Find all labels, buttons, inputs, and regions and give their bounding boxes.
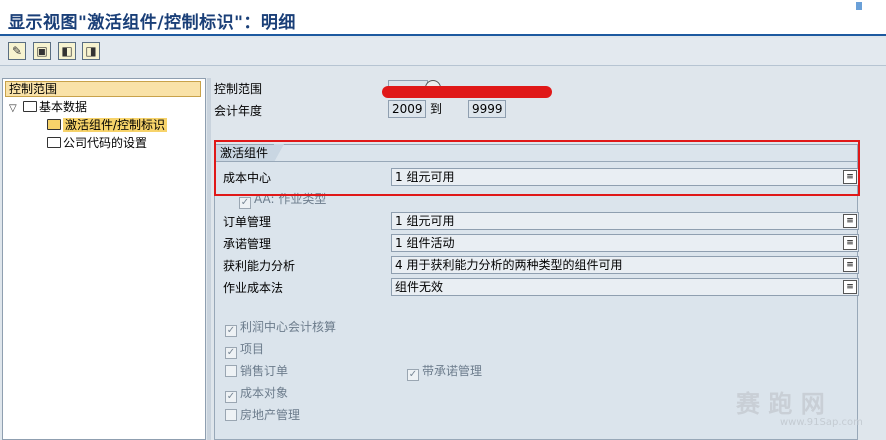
- dropdown-list-icon[interactable]: ≡: [843, 280, 857, 294]
- dropdown-value: 组件无效: [395, 280, 444, 294]
- commitment-management-checkbox[interactable]: ✓ 带承诺管理: [407, 363, 482, 381]
- tree-node-activate-components[interactable]: 激活组件/控制标识: [47, 117, 168, 133]
- order-management-dropdown[interactable]: 1 组元可用 ≡: [391, 212, 859, 230]
- application-toolbar: ✎ ▣ ◧ ◨: [0, 38, 886, 66]
- commitment-management-dropdown[interactable]: 1 组件活动 ≡: [391, 234, 859, 252]
- checkbox-label: 带承诺管理: [422, 364, 483, 378]
- activity-based-costing-label: 作业成本法: [223, 281, 284, 295]
- to-label: 到: [430, 102, 443, 116]
- dropdown-list-icon[interactable]: ≡: [843, 214, 857, 228]
- tree-node-basic-data[interactable]: ▽ 基本数据: [9, 99, 87, 115]
- real-estate-checkbox[interactable]: 房地产管理: [225, 407, 300, 423]
- panel-splitter[interactable]: [207, 78, 211, 440]
- checkbox-checked-icon: ✓: [407, 369, 419, 381]
- fiscal-year-label: 会计年度: [214, 104, 263, 118]
- redaction-mark: [382, 86, 552, 98]
- checkbox-unchecked-icon: [225, 365, 237, 377]
- dropdown-value: 4 用于获利能力分析的两种类型的组件可用: [395, 258, 623, 272]
- checkbox-checked-icon: ✓: [225, 325, 237, 337]
- checkbox-checked-icon: ✓: [239, 197, 251, 209]
- profitability-analysis-dropdown[interactable]: 4 用于获利能力分析的两种类型的组件可用 ≡: [391, 256, 859, 274]
- profit-center-checkbox[interactable]: ✓ 利润中心会计核算: [225, 319, 336, 337]
- dropdown-list-icon[interactable]: ≡: [843, 258, 857, 272]
- watermark: 赛 跑 网: [736, 389, 825, 418]
- profitability-analysis-label: 获利能力分析: [223, 259, 296, 273]
- fiscal-year-from-field[interactable]: 2009: [388, 100, 426, 118]
- fiscal-year-to-field[interactable]: 9999: [468, 100, 506, 118]
- sales-orders-checkbox[interactable]: 销售订单: [225, 363, 288, 379]
- watermark-url: www.91Sap.com: [780, 417, 863, 428]
- checkbox-label: 项目: [240, 342, 265, 356]
- folder-icon: [47, 137, 61, 148]
- title-decoration: [856, 2, 862, 10]
- navigation-tree: 控制范围 ▽ 基本数据 激活组件/控制标识 公司代码的设置: [2, 78, 206, 440]
- folder-icon: [23, 101, 37, 112]
- checkbox-label: 房地产管理: [240, 408, 301, 422]
- dropdown-value: 1 组元可用: [395, 214, 455, 228]
- checkbox-checked-icon: ✓: [225, 347, 237, 359]
- tree-node-company-code-settings[interactable]: 公司代码的设置: [47, 135, 147, 151]
- checkbox-label: 利润中心会计核算: [240, 320, 337, 334]
- dropdown-list-icon[interactable]: ≡: [843, 236, 857, 250]
- order-management-label: 订单管理: [223, 215, 272, 229]
- activity-based-costing-dropdown[interactable]: 组件无效 ≡: [391, 278, 859, 296]
- checkbox-checked-icon: ✓: [225, 391, 237, 403]
- next-entry-icon[interactable]: ◨: [82, 42, 100, 60]
- tree-node-label: 公司代码的设置: [63, 136, 148, 150]
- annotation-highlight: [214, 140, 860, 196]
- tree-node-label: 基本数据: [39, 100, 88, 114]
- tree-node-label: 激活组件/控制标识: [63, 118, 168, 132]
- commitment-management-label: 承诺管理: [223, 237, 272, 251]
- controlling-area-label: 控制范围: [214, 82, 263, 96]
- checkbox-label: 销售订单: [240, 364, 289, 378]
- edit-icon[interactable]: ✎: [8, 42, 26, 60]
- title-bar: 显示视图"激活组件/控制标识"：明细: [0, 0, 886, 36]
- projects-checkbox[interactable]: ✓ 项目: [225, 341, 264, 359]
- cost-objects-checkbox[interactable]: ✓ 成本对象: [225, 385, 288, 403]
- expand-toggle-icon[interactable]: ▽: [9, 101, 23, 117]
- window-title: 显示视图"激活组件/控制标识"：明细: [8, 13, 296, 33]
- checkbox-label: 成本对象: [240, 386, 289, 400]
- checkbox-unchecked-icon: [225, 409, 237, 421]
- other-entry-icon[interactable]: ▣: [33, 42, 51, 60]
- open-folder-icon: [47, 119, 61, 130]
- dropdown-value: 1 组件活动: [395, 236, 455, 250]
- tree-header: 控制范围: [5, 81, 201, 97]
- previous-entry-icon[interactable]: ◧: [58, 42, 76, 60]
